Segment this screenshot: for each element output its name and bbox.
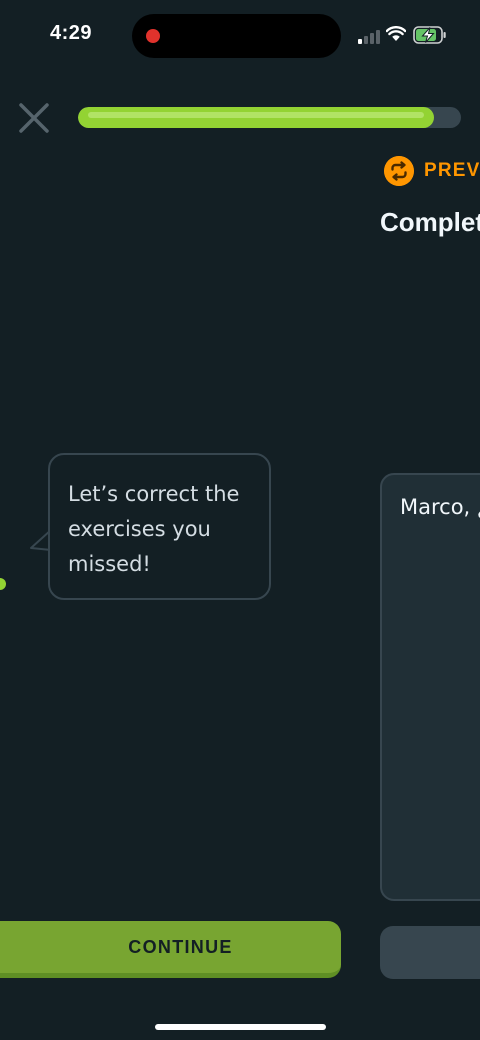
speech-line-2: exercises you (68, 517, 211, 541)
home-indicator[interactable] (155, 1024, 326, 1030)
battery-charging-icon (413, 26, 446, 44)
check-button[interactable] (380, 926, 480, 979)
answer-text: Marco, ¿ (400, 495, 480, 519)
lesson-screen: 4:29 Let’s correct the exercises you mis… (0, 0, 480, 1040)
continue-button-label: CONTINUE (128, 936, 233, 957)
recording-indicator-icon (146, 29, 160, 43)
exercise-title: Complet (380, 207, 480, 237)
dynamic-island (132, 14, 341, 58)
speech-bubble: Let’s correct the exercises you missed! (48, 453, 271, 600)
lesson-progress-highlight (88, 112, 424, 118)
speech-bubble-text: Let’s correct the exercises you missed! (68, 477, 251, 582)
lesson-progress-bar (78, 107, 461, 128)
speech-line-1: Let’s correct the (68, 482, 240, 506)
continue-button[interactable]: CONTINUE (0, 921, 341, 978)
cellular-signal-icon (358, 28, 380, 44)
wifi-icon (386, 26, 406, 41)
status-time: 4:29 (50, 22, 93, 44)
previous-mistake-badge: PREVI (424, 160, 480, 181)
repeat-icon (384, 156, 414, 186)
speech-line-3: missed! (68, 552, 151, 576)
close-icon[interactable] (16, 100, 52, 136)
character-edge (0, 578, 6, 590)
answer-box[interactable]: Marco, ¿ (380, 473, 480, 901)
